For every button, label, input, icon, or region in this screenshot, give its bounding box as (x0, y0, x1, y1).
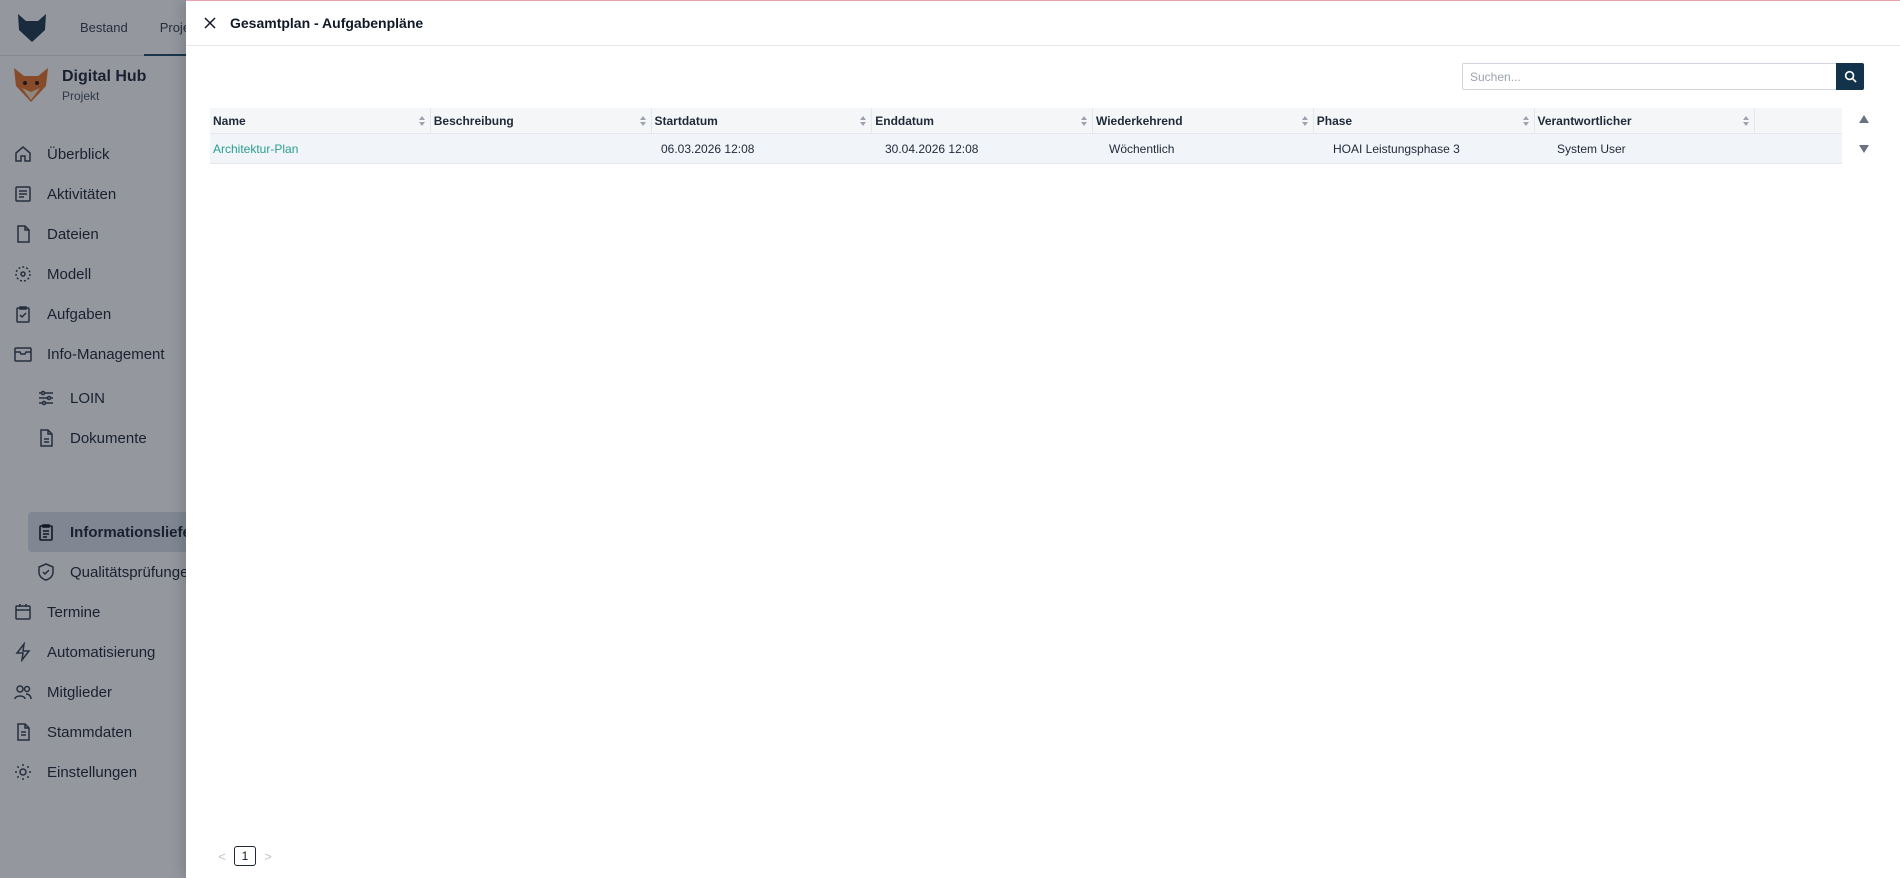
sort-icon[interactable] (1742, 115, 1750, 127)
search-input[interactable] (1462, 63, 1836, 90)
column-header-spacer (1755, 108, 1842, 134)
scroll-up-arrow-icon[interactable] (1858, 114, 1870, 124)
drawer-panel: Gesamtplan - Aufgabenpläne Name Beschrei… (186, 0, 1900, 878)
cell-enddatum: 30.04.2026 12:08 (885, 142, 979, 156)
pagination-prev-button[interactable]: < (216, 849, 228, 864)
cell-beschreibung (434, 134, 658, 164)
column-header-label: Phase (1316, 114, 1353, 128)
sort-icon[interactable] (859, 115, 867, 127)
search-bar (1462, 63, 1864, 90)
pagination-page-button[interactable]: 1 (234, 846, 256, 866)
table-header: Name Beschreibung Startdatum Enddatum Wi… (210, 108, 1842, 134)
column-header-label: Name (213, 114, 246, 128)
column-header-verantwortlicher[interactable]: Verantwortlicher (1535, 108, 1756, 134)
search-icon (1844, 70, 1857, 83)
column-header-beschreibung[interactable]: Beschreibung (431, 108, 652, 134)
sort-icon[interactable] (639, 115, 647, 127)
drawer-header: Gesamtplan - Aufgabenpläne (186, 0, 1900, 46)
column-header-wiederkehrend[interactable]: Wiederkehrend (1093, 108, 1314, 134)
sort-icon[interactable] (418, 115, 426, 127)
task-plan-table: Name Beschreibung Startdatum Enddatum Wi… (210, 108, 1842, 164)
column-header-enddatum[interactable]: Enddatum (872, 108, 1093, 134)
cell-verantwortlicher: System User (1557, 142, 1626, 156)
pagination-next-button[interactable]: > (262, 849, 274, 864)
sort-icon[interactable] (1301, 115, 1309, 127)
cell-name-link[interactable]: Architektur-Plan (210, 134, 434, 164)
close-icon (204, 16, 216, 29)
search-button[interactable] (1836, 63, 1864, 90)
scroll-down-arrow-icon[interactable] (1858, 144, 1870, 154)
cell-phase: HOAI Leistungsphase 3 (1333, 142, 1460, 156)
column-header-startdatum[interactable]: Startdatum (652, 108, 873, 134)
table-row[interactable]: Architektur-Plan 06.03.2026 12:08 30.04.… (210, 134, 1842, 164)
sort-icon[interactable] (1522, 115, 1530, 127)
column-header-phase[interactable]: Phase (1314, 108, 1535, 134)
cell-startdatum: 06.03.2026 12:08 (661, 142, 755, 156)
column-header-label: Enddatum (875, 114, 934, 128)
column-header-label: Verantwortlicher (1537, 114, 1632, 128)
close-button[interactable] (200, 13, 220, 33)
pagination: < 1 > (216, 846, 274, 866)
column-header-label: Wiederkehrend (1096, 114, 1183, 128)
column-header-name[interactable]: Name (210, 108, 431, 134)
column-header-label: Beschreibung (433, 114, 514, 128)
drawer-title: Gesamtplan - Aufgabenpläne (230, 14, 424, 31)
cell-wiederkehrend: Wöchentlich (1109, 142, 1175, 156)
sort-icon[interactable] (1080, 115, 1088, 127)
column-header-label: Startdatum (654, 114, 718, 128)
